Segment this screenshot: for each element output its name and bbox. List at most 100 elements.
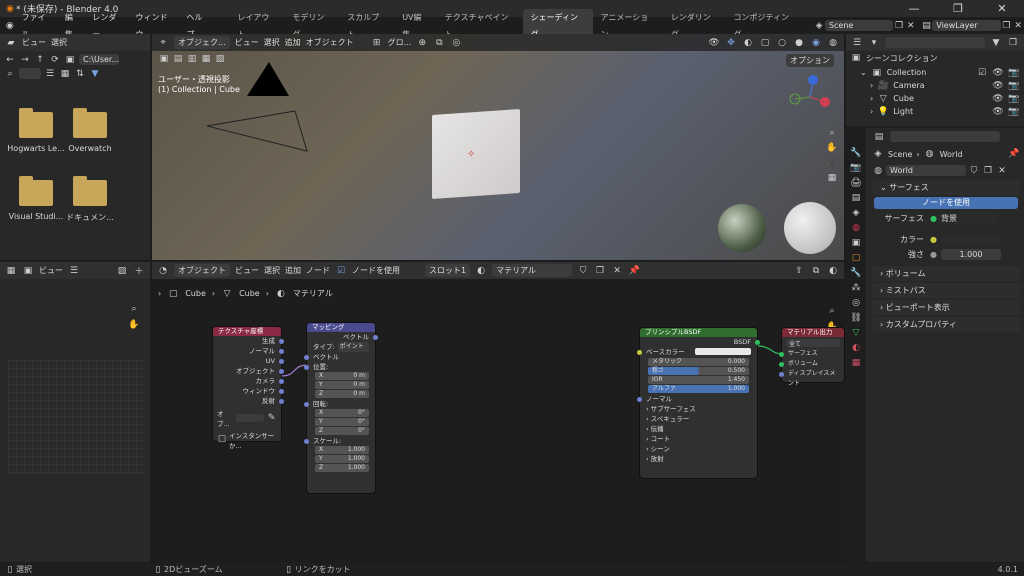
outliner-item[interactable]: ⌄ ▣ Collection ☑ 👁 📷 bbox=[846, 66, 1024, 79]
particles-tab-icon[interactable]: ⁂ bbox=[850, 283, 862, 293]
socket[interactable] bbox=[779, 352, 784, 357]
display-mode-icon[interactable]: ▾ bbox=[868, 38, 880, 48]
instancer-checkbox[interactable]: ☐ bbox=[217, 435, 227, 445]
rot-field[interactable]: Z 0° bbox=[315, 427, 369, 435]
socket[interactable] bbox=[637, 397, 642, 402]
socket[interactable] bbox=[304, 402, 309, 407]
physics-tab-icon[interactable]: ◎ bbox=[850, 298, 862, 308]
snap-icon[interactable]: ⧉ bbox=[433, 38, 445, 48]
pan-icon[interactable]: ✋ bbox=[826, 143, 838, 153]
rot-field[interactable]: Y 0° bbox=[315, 418, 369, 426]
parent-dir-icon[interactable]: ↑ bbox=[34, 55, 46, 65]
constraints-tab-icon[interactable]: ⛓ bbox=[850, 313, 862, 323]
render-visibility-icon[interactable]: 📷 bbox=[1008, 107, 1020, 117]
editor-type-icon[interactable]: ⌖ bbox=[157, 38, 169, 48]
visibility-icon[interactable]: 👁 bbox=[992, 94, 1004, 104]
chevron-right-icon[interactable]: › bbox=[870, 94, 873, 103]
socket[interactable] bbox=[279, 399, 284, 404]
alpha-field[interactable]: アルファ 1.000 bbox=[648, 385, 749, 393]
render-visibility-icon[interactable]: 📷 bbox=[1008, 81, 1020, 91]
object-field[interactable] bbox=[236, 414, 265, 422]
render-visibility-icon[interactable]: 📷 bbox=[1008, 68, 1020, 78]
scene-collection-row[interactable]: ▣ シーンコレクション bbox=[846, 51, 1024, 66]
file-item[interactable]: Hogwarts Le... bbox=[6, 108, 66, 153]
delete-scene-icon[interactable]: ✕ bbox=[905, 21, 917, 31]
scene-selector[interactable]: Scene bbox=[824, 20, 894, 31]
section-collapsed[interactable]: › カスタムプロパティ bbox=[872, 317, 1020, 332]
socket[interactable] bbox=[304, 439, 309, 444]
collection-tab-icon[interactable]: ▣ bbox=[850, 238, 862, 248]
zoom-icon[interactable]: ⌕ bbox=[128, 304, 140, 314]
data-tab-icon[interactable]: ▽ bbox=[850, 328, 862, 338]
ior-field[interactable]: IOR 1.450 bbox=[648, 376, 749, 384]
fake-user-icon[interactable]: ⛉ bbox=[968, 166, 980, 176]
scene-tab-icon[interactable]: ◈ bbox=[850, 208, 862, 218]
node-mapping[interactable]: マッピング ベクトル タイプ: ポイント ベクトル 位置: X 0 m Y 0 m Z 0… bbox=[304, 323, 378, 493]
sort-icon[interactable]: ⇅ bbox=[74, 69, 86, 79]
minimize-button[interactable]: — bbox=[892, 0, 936, 17]
fb-menu-view[interactable]: ビュー bbox=[22, 37, 46, 48]
socket[interactable] bbox=[779, 362, 784, 367]
gizmo-icon[interactable]: ✥ bbox=[725, 38, 737, 48]
outliner-item[interactable]: › 💡 Light 👁 📷 bbox=[846, 105, 1024, 118]
select-new-icon[interactable]: ▤ bbox=[172, 54, 184, 64]
file-item[interactable]: ドキュメン... bbox=[60, 176, 120, 223]
editor-type-icon[interactable]: ▤ bbox=[873, 132, 885, 142]
new-folder-icon[interactable]: ▣ bbox=[64, 55, 76, 65]
eyedropper-icon[interactable]: ✎ bbox=[266, 413, 277, 423]
socket[interactable] bbox=[279, 349, 284, 354]
roughness-field[interactable]: 粗さ 0.500 bbox=[648, 367, 749, 375]
strength-field[interactable]: 1.000 bbox=[940, 249, 1001, 260]
world-selector[interactable]: World bbox=[886, 165, 966, 176]
unlink-world-icon[interactable]: ✕ bbox=[996, 166, 1008, 176]
chevron-right-icon[interactable]: › bbox=[870, 107, 873, 116]
rot-field[interactable]: X 0° bbox=[315, 409, 369, 417]
shading-solid-icon[interactable]: ● bbox=[793, 38, 805, 48]
back-icon[interactable]: ← bbox=[4, 55, 16, 65]
vp-menu-select[interactable]: 選択 bbox=[264, 37, 280, 48]
type-selector[interactable]: ポイント bbox=[337, 342, 369, 352]
socket[interactable] bbox=[637, 350, 642, 355]
view-layer-tab-icon[interactable]: ▤ bbox=[850, 193, 862, 203]
shading-rendered-icon[interactable]: ◍ bbox=[827, 38, 839, 48]
vp-menu-object[interactable]: オブジェクト bbox=[306, 37, 354, 48]
modifier-tab-icon[interactable]: 🔧 bbox=[850, 268, 862, 278]
tool-tab-icon[interactable]: 🔧 bbox=[850, 148, 862, 158]
node-material-output[interactable]: マテリアル出力 全て サーフェス ボリューム ディスプレイスメント bbox=[779, 328, 844, 387]
close-button[interactable]: ✕ bbox=[980, 0, 1024, 17]
section-surface[interactable]: ⌄ サーフェス bbox=[872, 180, 1020, 195]
zoom-icon[interactable]: ⌕ bbox=[826, 128, 838, 138]
thumb-view-icon[interactable]: ▦ bbox=[59, 69, 71, 79]
loc-field[interactable]: Y 0 m bbox=[315, 381, 369, 389]
new-collection-icon[interactable]: ❐ bbox=[1007, 38, 1019, 48]
socket[interactable] bbox=[279, 369, 284, 374]
bsdf-section[interactable]: › コート bbox=[640, 434, 757, 444]
bsdf-section[interactable]: › サブサーフェス bbox=[640, 404, 757, 414]
new-image-icon[interactable]: ＋ bbox=[133, 264, 145, 277]
camera-object[interactable] bbox=[207, 56, 317, 156]
visibility-icon[interactable]: 👁 bbox=[992, 68, 1004, 78]
outliner-search[interactable] bbox=[885, 37, 985, 48]
cube-object[interactable] bbox=[432, 108, 520, 200]
blender-menu-icon[interactable]: ◉ bbox=[4, 21, 16, 31]
loc-field[interactable]: X 0 m bbox=[315, 372, 369, 380]
fb-menu-select[interactable]: 選択 bbox=[51, 37, 67, 48]
output-tab-icon[interactable]: 🖨 bbox=[850, 178, 862, 188]
outliner-item[interactable]: › 🎥 Camera 👁 📷 bbox=[846, 79, 1024, 92]
object-tab-icon[interactable]: ▢ bbox=[850, 253, 862, 263]
socket[interactable] bbox=[373, 335, 378, 340]
filter-icon[interactable]: ▼ bbox=[990, 38, 1002, 48]
camera-view-icon[interactable]: 🎥 bbox=[826, 158, 838, 168]
loc-field[interactable]: Z 0 m bbox=[315, 390, 369, 398]
metallic-field[interactable]: メタリック 0.000 bbox=[648, 358, 749, 366]
refresh-icon[interactable]: ⟳ bbox=[49, 55, 61, 65]
node-texture-coordinate[interactable]: テクスチャ座標 生成 ノーマル UV オブジェクト カメラ ウィンドウ 反射 オブ... ✎… bbox=[213, 327, 284, 450]
socket[interactable] bbox=[279, 389, 284, 394]
image-browse-icon[interactable]: ▨ bbox=[116, 266, 128, 276]
image-editor[interactable]: ▦ ▣ ビュー ☰ ▨ ＋ ⌕ ✋ bbox=[0, 262, 150, 562]
chevron-right-icon[interactable]: › bbox=[870, 81, 873, 90]
shading-wire-icon[interactable]: ○ bbox=[776, 38, 788, 48]
render-visibility-icon[interactable]: 📷 bbox=[1008, 94, 1020, 104]
node-principled-bsdf[interactable]: プリンシプルBSDF BSDF ベースカラー メタリック 0.000 粗さ 0.50… bbox=[637, 328, 760, 478]
pin-icon[interactable]: 📌 bbox=[1008, 149, 1020, 159]
